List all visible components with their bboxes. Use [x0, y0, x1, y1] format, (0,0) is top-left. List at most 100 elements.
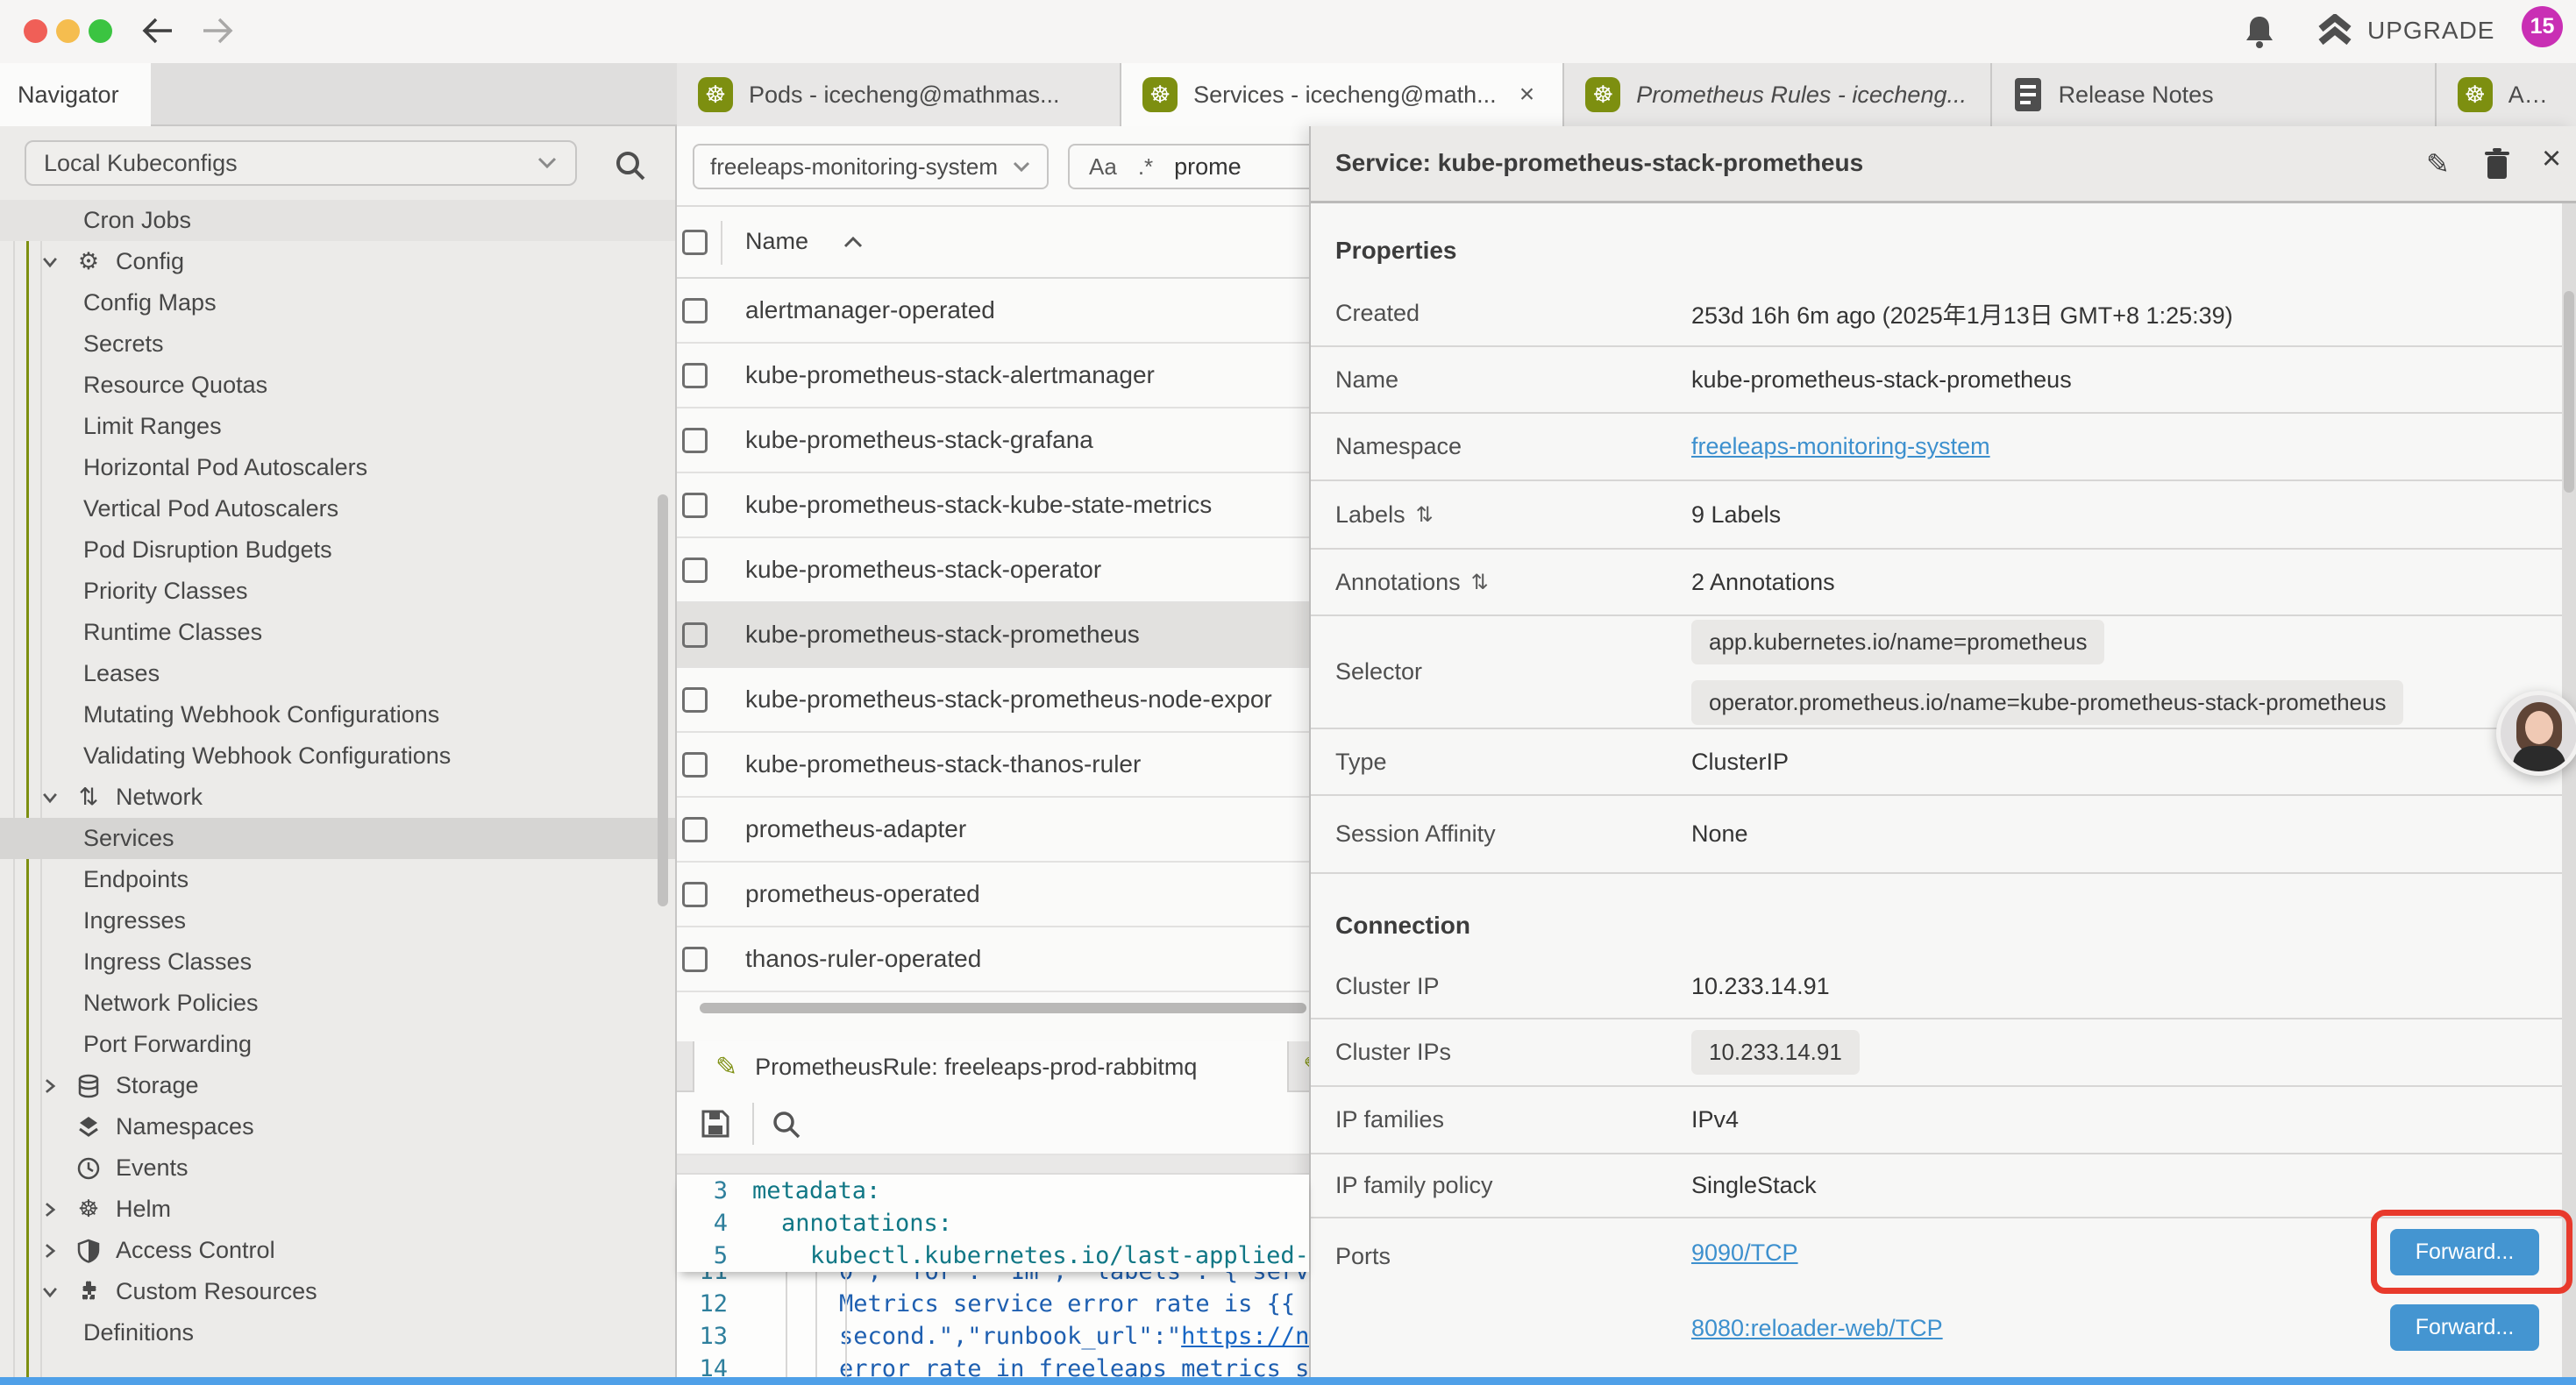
forward-arrow-icon[interactable] [200, 16, 235, 46]
window-close-button[interactable] [24, 19, 47, 43]
trash-icon[interactable] [2484, 147, 2510, 181]
sidebar-item-endpoints[interactable]: Endpoints [0, 859, 675, 900]
match-case-toggle[interactable]: Aa [1089, 153, 1117, 181]
sidebar-item-cron-jobs[interactable]: Cron Jobs [0, 200, 675, 241]
sidebar-item-network-policies[interactable]: Network Policies [0, 983, 675, 1024]
notifications-bell-icon[interactable] [2245, 14, 2274, 49]
table-row[interactable]: prometheus-operated [677, 863, 1309, 927]
sidebar-item-leases[interactable]: Leases [0, 653, 675, 694]
table-row[interactable]: alertmanager-operated [677, 279, 1309, 344]
row-checkbox[interactable] [682, 493, 708, 518]
window-zoom-button[interactable] [89, 19, 112, 43]
forward-button[interactable]: Forward... [2390, 1304, 2539, 1351]
row-checkbox[interactable] [682, 622, 708, 648]
row-checkbox[interactable] [682, 298, 708, 323]
tab-argo[interactable]: ☸ Argo Se [2437, 63, 2576, 126]
sidebar-item-runtime-classes[interactable]: Runtime Classes [0, 612, 675, 653]
tab-pods[interactable]: ☸ Pods - icecheng@mathmas... [677, 63, 1121, 126]
editor-body[interactable]: 110", "for": "1m", "labels": {"service":… [677, 1272, 1309, 1385]
row-checkbox[interactable] [682, 687, 708, 713]
chevron-right-icon[interactable] [40, 1200, 61, 1219]
sidebar-scrollbar[interactable] [658, 494, 668, 906]
drawer-scrollbar-track[interactable] [2562, 203, 2576, 1385]
row-checkbox[interactable] [682, 363, 708, 388]
sidebar-item-validating-webhook-configurations[interactable]: Validating Webhook Configurations [0, 735, 675, 777]
sidebar-item-services[interactable]: Services [0, 818, 675, 859]
port-link-8080-reloader-web[interactable]: 8080:reloader-web/TCP [1691, 1315, 1943, 1342]
select-all-checkbox[interactable] [682, 230, 708, 255]
table-row[interactable]: thanos-ruler-operated [677, 927, 1309, 992]
search-input[interactable]: Aa .* prome [1068, 144, 1331, 189]
tab-prometheus-rules[interactable]: ☸ Prometheus Rules - icecheng... [1564, 63, 1991, 126]
chevron-right-icon[interactable] [40, 1076, 61, 1096]
row-checkbox[interactable] [682, 882, 708, 907]
table-row[interactable]: kube-prometheus-stack-operator [677, 538, 1309, 603]
column-name[interactable]: Name [745, 228, 808, 255]
chevron-down-icon[interactable] [40, 252, 61, 272]
table-row-selected[interactable]: kube-prometheus-stack-prometheus [677, 603, 1309, 668]
sidebar-item-port-forwarding[interactable]: Port Forwarding [0, 1024, 675, 1065]
chevron-down-icon[interactable] [40, 1282, 61, 1302]
window-minimize-button[interactable] [56, 19, 80, 43]
table-row[interactable]: kube-prometheus-stack-prometheus-node-ex… [677, 668, 1309, 733]
sidebar-group-helm[interactable]: ☸ Helm [0, 1189, 675, 1230]
sidebar-item-ingress-classes[interactable]: Ingress Classes [0, 941, 675, 983]
row-checkbox[interactable] [682, 558, 708, 583]
sidebar-group-namespaces[interactable]: Namespaces [0, 1106, 675, 1147]
row-checkbox[interactable] [682, 428, 708, 453]
sidebar-group-config[interactable]: ⚙ Config [0, 241, 675, 282]
namespace-select[interactable]: freeleaps-monitoring-system [693, 144, 1049, 189]
back-arrow-icon[interactable] [140, 16, 175, 46]
sort-toggle-icon[interactable]: ⇅ [1416, 502, 1434, 528]
horizontal-scrollbar[interactable] [700, 1003, 1306, 1013]
row-checkbox[interactable] [682, 752, 708, 778]
navigator-panel-tab[interactable]: Navigator [0, 63, 151, 126]
drawer-scrollbar-thumb[interactable] [2564, 291, 2574, 493]
upgrade-button[interactable]: UPGRADE [2316, 14, 2494, 47]
edit-pencil-icon[interactable]: ✎ [2426, 147, 2450, 181]
table-row[interactable]: kube-prometheus-stack-thanos-ruler [677, 733, 1309, 798]
table-row[interactable]: kube-prometheus-stack-grafana [677, 408, 1309, 473]
sidebar-item-config-maps[interactable]: Config Maps [0, 282, 675, 323]
namespace-link[interactable]: freeleaps-monitoring-system [1691, 433, 1990, 460]
regex-toggle[interactable]: .* [1138, 153, 1153, 181]
sidebar-item-horizontal-pod-autoscalers[interactable]: Horizontal Pod Autoscalers [0, 447, 675, 488]
sidebar-group-access-control[interactable]: Access Control [0, 1230, 675, 1271]
tab-services[interactable]: ☸ Services - icecheng@math... × [1121, 63, 1564, 126]
sidebar-group-network[interactable]: ⇅ Network [0, 777, 675, 818]
sidebar-item-secrets[interactable]: Secrets [0, 323, 675, 365]
sidebar-item-mutating-webhook-configurations[interactable]: Mutating Webhook Configurations [0, 694, 675, 735]
port-link-9090[interactable]: 9090/TCP [1691, 1239, 1798, 1267]
notification-count-badge[interactable]: 15 [2522, 6, 2563, 47]
sidebar-search-icon[interactable] [614, 149, 647, 182]
tab-close-icon[interactable]: × [1519, 80, 1535, 110]
sort-toggle-icon[interactable]: ⇅ [1471, 570, 1489, 595]
sidebar-item-pod-disruption-budgets[interactable]: Pod Disruption Budgets [0, 529, 675, 571]
sidebar-item-definitions[interactable]: Definitions [0, 1312, 675, 1353]
save-icon[interactable] [700, 1108, 731, 1140]
runbook-url-link[interactable]: https://net [1181, 1323, 1309, 1350]
chevron-right-icon[interactable] [40, 1241, 61, 1261]
sidebar-item-ingresses[interactable]: Ingresses [0, 900, 675, 941]
row-checkbox[interactable] [682, 817, 708, 842]
editor-search-icon[interactable] [772, 1110, 801, 1140]
table-row[interactable]: kube-prometheus-stack-kube-state-metrics [677, 473, 1309, 538]
user-avatar[interactable] [2496, 691, 2576, 776]
sidebar-group-events[interactable]: Events [0, 1147, 675, 1189]
sidebar-item-vertical-pod-autoscalers[interactable]: Vertical Pod Autoscalers [0, 488, 675, 529]
sidebar-item-limit-ranges[interactable]: Limit Ranges [0, 406, 675, 447]
sidebar-group-storage[interactable]: Storage [0, 1065, 675, 1106]
tab-release-notes[interactable]: Release Notes [1992, 63, 2437, 126]
sort-asc-icon[interactable] [842, 235, 865, 249]
table-row[interactable]: kube-prometheus-stack-alertmanager [677, 344, 1309, 408]
close-icon[interactable]: × [2542, 142, 2561, 175]
dock-tab-prometheusrule[interactable]: ✎ PrometheusRule: freeleaps-prod-rabbitm… [693, 1041, 1289, 1092]
sidebar-item-resource-quotas[interactable]: Resource Quotas [0, 365, 675, 406]
table-row[interactable]: prometheus-adapter [677, 798, 1309, 863]
chevron-down-icon[interactable] [40, 788, 61, 807]
sidebar-group-custom-resources[interactable]: Custom Resources [0, 1271, 675, 1312]
row-checkbox[interactable] [682, 947, 708, 972]
kubeconfig-select[interactable]: Local Kubeconfigs [25, 140, 577, 186]
yaml-editor[interactable]: 3metadata: 4annotations: 5kubectl.kubern… [677, 1175, 1309, 1377]
sidebar-item-priority-classes[interactable]: Priority Classes [0, 571, 675, 612]
